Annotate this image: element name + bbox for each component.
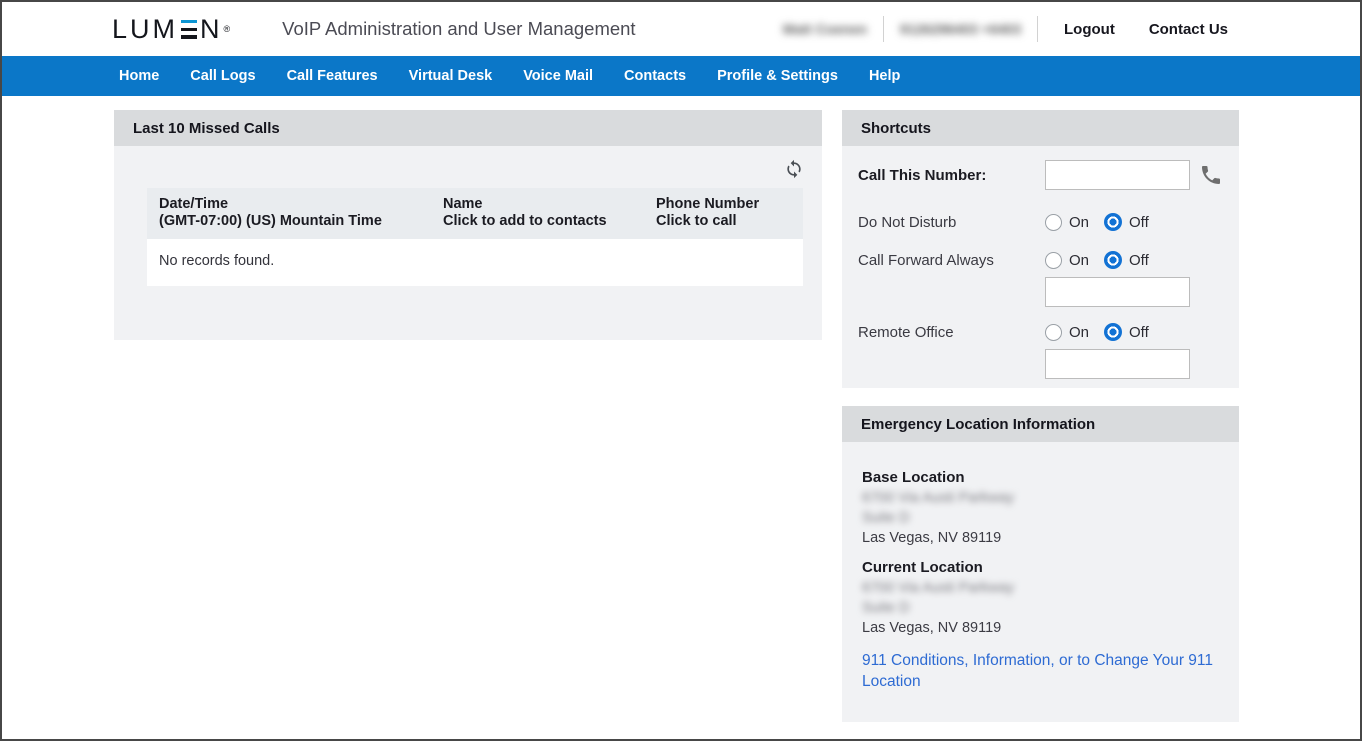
current-location-unit-redacted: Suite D xyxy=(862,598,1219,618)
current-location-heading: Current Location xyxy=(862,558,1219,578)
shortcuts-panel: Shortcuts Call This Number: Do Not Distu… xyxy=(842,110,1239,388)
base-location-block: Base Location 6700 Via Austi Parkway Sui… xyxy=(862,468,1219,548)
call-forward-always-on-radio[interactable] xyxy=(1045,252,1062,269)
column-title: Phone Number xyxy=(656,196,759,212)
on-label: On xyxy=(1069,252,1089,269)
do-not-disturb-on-radio[interactable] xyxy=(1045,214,1062,231)
column-title: Name xyxy=(443,196,483,212)
shortcuts-title: Shortcuts xyxy=(842,110,1239,146)
call-forward-always-radio-group: On Off xyxy=(1045,251,1157,269)
column-title: Date/Time xyxy=(159,196,228,212)
call-this-number-label: Call This Number: xyxy=(858,167,1045,184)
current-location-street-redacted: 6700 Via Austi Parkway xyxy=(862,578,1219,598)
main-nav: Home Call Logs Call Features Virtual Des… xyxy=(2,56,1360,96)
nav-item-home[interactable]: Home xyxy=(119,68,159,84)
do-not-disturb-label: Do Not Disturb xyxy=(858,214,1045,231)
remote-office-off-radio[interactable] xyxy=(1104,323,1122,341)
base-location-unit-redacted: Suite D xyxy=(862,508,1219,528)
column-header-datetime: Date/Time (GMT-07:00) (US) Mountain Time xyxy=(147,196,443,230)
call-forward-always-label: Call Forward Always xyxy=(858,252,1045,269)
remote-office-number-input[interactable] xyxy=(1045,349,1190,379)
registered-trademark: ® xyxy=(224,25,231,34)
on-label: On xyxy=(1069,324,1089,341)
call-forward-always-number-input[interactable] xyxy=(1045,277,1190,307)
off-label: Off xyxy=(1129,252,1149,269)
user-name-redacted: Matt Coenen xyxy=(783,21,867,37)
base-location-street-redacted: 6700 Via Austi Parkway xyxy=(862,488,1219,508)
base-location-heading: Base Location xyxy=(862,468,1219,488)
nav-item-call-logs[interactable]: Call Logs xyxy=(190,68,255,84)
page-title: VoIP Administration and User Management xyxy=(282,18,635,40)
content-area: Last 10 Missed Calls Date/Time (GMT- xyxy=(2,96,1360,722)
current-location-block: Current Location 6700 Via Austi Parkway … xyxy=(862,558,1219,638)
logo-text-right: N xyxy=(200,16,223,43)
missed-calls-title: Last 10 Missed Calls xyxy=(114,110,822,146)
column-subtitle: Click to add to contacts xyxy=(443,213,656,230)
table-header-row: Date/Time (GMT-07:00) (US) Mountain Time… xyxy=(147,188,803,239)
user-area: Matt Coenen 9126296403 +6403 Logout Cont… xyxy=(783,16,1228,42)
top-header: LUM N ® VoIP Administration and User Man… xyxy=(2,2,1360,56)
call-this-number-row: Call This Number: xyxy=(858,160,1223,190)
column-subtitle: (GMT-07:00) (US) Mountain Time xyxy=(159,213,443,230)
header-divider xyxy=(1037,16,1038,42)
refresh-icon[interactable] xyxy=(784,159,804,179)
logout-link[interactable]: Logout xyxy=(1064,21,1115,38)
nav-item-profile-settings[interactable]: Profile & Settings xyxy=(717,68,838,84)
missed-calls-panel: Last 10 Missed Calls Date/Time (GMT- xyxy=(114,110,822,340)
nav-item-help[interactable]: Help xyxy=(869,68,900,84)
column-subtitle: Click to call xyxy=(656,213,803,230)
column-header-name: Name Click to add to contacts xyxy=(443,196,656,230)
refresh-row xyxy=(114,146,822,188)
do-not-disturb-row: Do Not Disturb On Off xyxy=(858,213,1223,231)
user-number-redacted: 9126296403 +6403 xyxy=(900,21,1021,37)
do-not-disturb-radio-group: On Off xyxy=(1045,213,1157,231)
remote-office-label: Remote Office xyxy=(858,324,1045,341)
call-forward-always-row: Call Forward Always On Off xyxy=(858,251,1223,269)
off-label: Off xyxy=(1129,214,1149,231)
911-conditions-link[interactable]: 911 Conditions, Information, or to Chang… xyxy=(862,650,1219,692)
on-label: On xyxy=(1069,214,1089,231)
nav-item-call-features[interactable]: Call Features xyxy=(287,68,378,84)
emergency-location-title: Emergency Location Information xyxy=(842,406,1239,442)
nav-item-voice-mail[interactable]: Voice Mail xyxy=(523,68,593,84)
base-location-city: Las Vegas, NV 89119 xyxy=(862,528,1219,548)
remote-office-row: Remote Office On Off xyxy=(858,323,1223,341)
phone-icon xyxy=(1199,163,1223,187)
logo-text-left: LUM xyxy=(112,16,178,43)
contact-us-link[interactable]: Contact Us xyxy=(1149,21,1228,38)
call-this-number-input[interactable] xyxy=(1045,160,1190,190)
column-header-phone: Phone Number Click to call xyxy=(656,196,803,230)
off-label: Off xyxy=(1129,324,1149,341)
logo-stylized-e xyxy=(181,20,197,39)
missed-calls-table: Date/Time (GMT-07:00) (US) Mountain Time… xyxy=(147,188,803,286)
emergency-location-panel: Emergency Location Information Base Loca… xyxy=(842,406,1239,722)
nav-item-contacts[interactable]: Contacts xyxy=(624,68,686,84)
emergency-location-body: Base Location 6700 Via Austi Parkway Sui… xyxy=(842,442,1239,692)
remote-office-on-radio[interactable] xyxy=(1045,324,1062,341)
missed-calls-body: Date/Time (GMT-07:00) (US) Mountain Time… xyxy=(114,146,822,340)
nav-item-virtual-desk[interactable]: Virtual Desk xyxy=(409,68,493,84)
lumen-logo[interactable]: LUM N ® xyxy=(112,16,230,43)
header-divider xyxy=(883,16,884,42)
empty-state-message: No records found. xyxy=(147,239,803,286)
page: LUM N ® VoIP Administration and User Man… xyxy=(0,0,1362,741)
right-column: Shortcuts Call This Number: Do Not Distu… xyxy=(842,110,1239,722)
dial-button[interactable] xyxy=(1199,163,1223,187)
current-location-city: Las Vegas, NV 89119 xyxy=(862,618,1219,638)
remote-office-radio-group: On Off xyxy=(1045,323,1157,341)
shortcuts-body: Call This Number: Do Not Disturb On xyxy=(842,146,1239,379)
do-not-disturb-off-radio[interactable] xyxy=(1104,213,1122,231)
call-forward-always-off-radio[interactable] xyxy=(1104,251,1122,269)
